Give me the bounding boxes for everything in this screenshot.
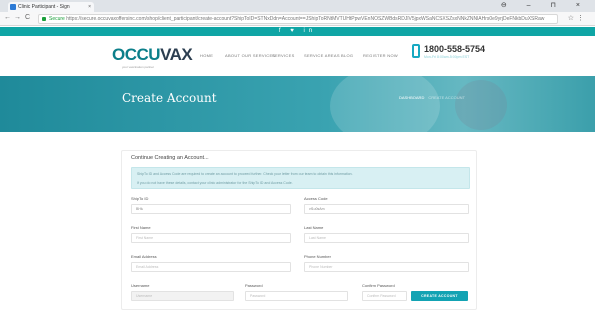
- first-name-label: First Name: [131, 225, 151, 230]
- hero-background-image-shadow: [455, 80, 507, 130]
- form-heading: Continue Creating an Account...: [131, 155, 209, 161]
- page-title: Create Account: [122, 91, 217, 105]
- confirm-password-label: Confirm Password: [362, 283, 395, 288]
- browser-tab-strip: Clinic Participant - Sign × ⊖ – ⊓ ×: [0, 0, 595, 12]
- logo-tagline: your vaccination partner: [122, 65, 155, 69]
- secure-label: Secure: [49, 16, 65, 22]
- hero-background-image: [330, 76, 440, 132]
- last-name-label: Last Name: [304, 225, 324, 230]
- social-icons[interactable]: f ♥ in: [279, 28, 316, 34]
- email-label: Email Address: [131, 254, 157, 259]
- nav-services[interactable]: SERVICES: [272, 53, 295, 58]
- phone-number[interactable]: 1800-558-5754: [424, 44, 485, 54]
- tab-close-icon[interactable]: ×: [88, 2, 91, 12]
- breadcrumb-current: CREATE ACCOUNT: [428, 95, 465, 100]
- email-input[interactable]: Email Address: [131, 262, 291, 272]
- social-bar: f ♥ in: [0, 27, 595, 36]
- info-text-1: ShipTo ID and Access Code are required t…: [137, 172, 353, 176]
- reload-icon[interactable]: C: [25, 14, 30, 21]
- username-label: Username: [131, 283, 150, 288]
- first-name-input[interactable]: First Name: [131, 233, 291, 243]
- access-code-input[interactable]: vf1u0sAm: [304, 204, 469, 214]
- lock-icon: [42, 17, 46, 21]
- shipto-id-label: ShipTo ID: [131, 196, 149, 201]
- access-code-label: Access Code: [304, 196, 328, 201]
- shipto-id-input[interactable]: ВНЬ: [131, 204, 291, 214]
- tab-title: Clinic Participant - Sign: [18, 4, 70, 10]
- password-input[interactable]: Password: [245, 291, 348, 301]
- nav-home[interactable]: HOME: [200, 53, 213, 58]
- window-controls[interactable]: ⊖ – ⊓ ×: [501, 1, 589, 9]
- password-label: Password: [245, 283, 263, 288]
- phone-caption: Mon-Fri 8:00am-5:00pm EST: [424, 55, 470, 59]
- logo-text-occu: OCCU: [112, 45, 161, 64]
- info-text-2: If you do not have these details, contac…: [137, 181, 293, 185]
- browser-tab[interactable]: Clinic Participant - Sign ×: [8, 2, 94, 12]
- phone-label: Phone Number: [304, 254, 331, 259]
- username-input[interactable]: Username: [131, 291, 234, 301]
- browser-actions: ☆⋮: [568, 14, 587, 22]
- nav-about[interactable]: ABOUT OUR SERVICES: [225, 53, 275, 58]
- forward-icon[interactable]: →: [14, 14, 21, 21]
- browser-menu-icon[interactable]: ⋮: [577, 15, 587, 22]
- nav-register[interactable]: REGISTER NOW: [363, 53, 398, 58]
- url-text: https://secure.occuvaxoffersinc.com/shop…: [66, 16, 545, 22]
- logo-text-vax: VAX: [160, 45, 193, 64]
- phone-icon: [412, 44, 420, 58]
- page-hero: Create Account DASHBOARD CREATE ACCOUNT: [0, 76, 595, 132]
- confirm-password-input[interactable]: Confirm Password: [362, 291, 407, 301]
- site-header: OCCUVAX your vaccination partner HOME AB…: [0, 36, 595, 76]
- create-account-button[interactable]: CREATE ACCOUNT: [411, 291, 468, 301]
- site-favicon-icon: [10, 4, 16, 10]
- occuvax-logo[interactable]: OCCUVAX: [112, 45, 193, 65]
- breadcrumb-dashboard[interactable]: DASHBOARD: [399, 95, 424, 100]
- info-notice: ShipTo ID and Access Code are required t…: [131, 167, 470, 189]
- address-bar: ← → C Secure https://secure.occuvaxoffer…: [0, 12, 595, 26]
- breadcrumb: DASHBOARD CREATE ACCOUNT: [399, 95, 465, 100]
- url-input[interactable]: Secure https://secure.occuvaxoffersinc.c…: [38, 14, 558, 24]
- back-icon[interactable]: ←: [4, 14, 11, 21]
- nav-blog[interactable]: BLOG: [341, 53, 353, 58]
- last-name-input[interactable]: Last Name: [304, 233, 469, 243]
- phone-input[interactable]: Phone Number: [304, 262, 469, 272]
- bookmark-star-icon[interactable]: ☆: [568, 15, 577, 22]
- nav-service-areas[interactable]: SERVICE AREAS: [304, 53, 340, 58]
- create-account-form: Continue Creating an Account... ShipTo I…: [121, 150, 477, 310]
